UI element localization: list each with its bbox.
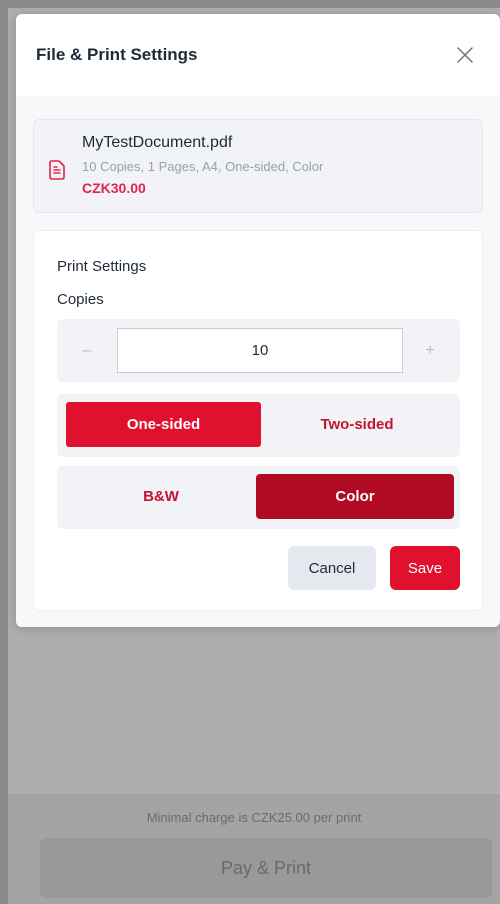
file-details: 10 Copies, 1 Pages, A4, One-sided, Color (82, 159, 324, 174)
modal-title: File & Print Settings (36, 45, 198, 64)
print-settings-title: Print Settings (57, 258, 147, 275)
color-mode-toggle: B&W Color (57, 466, 460, 529)
modal-header: File & Print Settings (16, 14, 500, 96)
copies-label: Copies (57, 291, 104, 308)
close-icon (457, 47, 473, 63)
close-button[interactable] (450, 40, 480, 70)
file-summary-card: MyTestDocument.pdf 10 Copies, 1 Pages, A… (33, 119, 483, 213)
increment-copies-button[interactable]: + (400, 319, 460, 382)
modal-body: MyTestDocument.pdf 10 Copies, 1 Pages, A… (16, 96, 500, 627)
cancel-button[interactable]: Cancel (288, 546, 376, 590)
bw-option[interactable]: B&W (66, 474, 256, 519)
save-button[interactable]: Save (390, 546, 460, 590)
app-screen: Minimal charge is CZK25.00 per print Pay… (8, 8, 500, 904)
copies-input[interactable] (117, 328, 403, 373)
one-sided-option[interactable]: One-sided (66, 402, 261, 447)
modal-actions: Cancel Save (288, 546, 460, 590)
file-price: CZK30.00 (82, 180, 146, 196)
pay-and-print-button[interactable]: Pay & Print (40, 838, 492, 898)
decrement-copies-button[interactable]: – (57, 319, 117, 382)
file-print-settings-modal: File & Print Settings MyTestDocument.pdf… (16, 14, 500, 627)
color-option[interactable]: Color (256, 474, 454, 519)
minimal-charge-text: Minimal charge is CZK25.00 per print (146, 810, 362, 825)
document-icon (49, 160, 65, 185)
bottom-bar: Minimal charge is CZK25.00 per print Pay… (8, 794, 500, 904)
copies-stepper: – + (57, 319, 460, 382)
print-settings-card: Print Settings Copies – + One-sided Two-… (33, 230, 483, 611)
file-name: MyTestDocument.pdf (82, 134, 233, 151)
sides-toggle: One-sided Two-sided (57, 394, 460, 457)
two-sided-option[interactable]: Two-sided (261, 402, 453, 447)
